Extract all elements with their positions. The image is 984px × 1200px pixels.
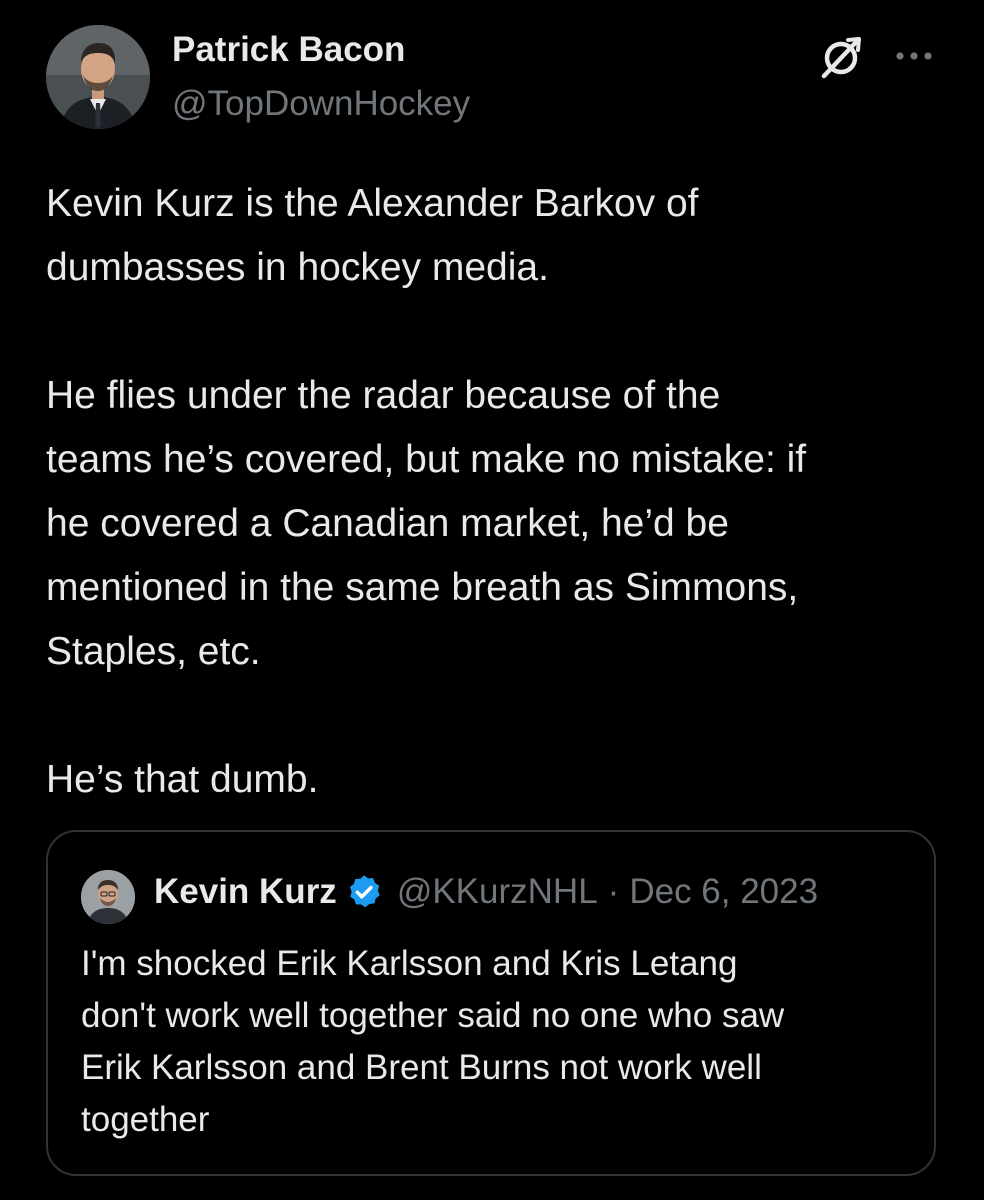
tweet-line: dumbasses in hockey media. — [46, 246, 549, 289]
quoted-tweet-card[interactable]: Kevin Kurz @KKurzNHL · Dec 6, 2023 I'm s… — [46, 830, 936, 1176]
tweet-line: He flies under the radar because of the — [46, 374, 721, 417]
grok-icon[interactable] — [818, 34, 864, 80]
quoted-tweet-header: Kevin Kurz @KKurzNHL · Dec 6, 2023 — [154, 872, 818, 912]
quoted-tweet-line: together — [81, 1100, 210, 1139]
tweet-line: Staples, etc. — [46, 630, 261, 673]
separator-dot: · — [607, 872, 620, 911]
person-avatar-icon — [46, 25, 150, 129]
tweet-line: he covered a Canadian market, he’d be — [46, 502, 729, 545]
quoted-tweet-date[interactable]: Dec 6, 2023 — [629, 872, 818, 912]
quoted-author-display-name[interactable]: Kevin Kurz — [154, 872, 337, 912]
person-avatar-icon — [81, 870, 135, 924]
tweet: Patrick Bacon @TopDownHockey Kevin Kurz … — [0, 0, 984, 1200]
tweet-line: teams he’s covered, but make no mistake:… — [46, 438, 807, 481]
quoted-tweet-line: I'm shocked Erik Karlsson and Kris Letan… — [81, 944, 738, 983]
more-options-icon[interactable] — [890, 44, 938, 68]
tweet-line: He’s that dumb. — [46, 758, 319, 801]
quoted-tweet-line: don't work well together said no one who… — [81, 996, 785, 1035]
tweet-text: Kevin Kurz is the Alexander Barkov of du… — [46, 172, 951, 812]
tweet-paragraph: Kevin Kurz is the Alexander Barkov of du… — [46, 172, 951, 300]
author-display-name[interactable]: Patrick Bacon — [172, 30, 405, 70]
quoted-tweet-text: I'm shocked Erik Karlsson and Kris Letan… — [81, 938, 921, 1146]
tweet-paragraph: He flies under the radar because of the … — [46, 364, 951, 684]
verified-badge-icon[interactable] — [345, 873, 383, 911]
quoted-author-avatar[interactable] — [81, 870, 135, 924]
tweet-line: mentioned in the same breath as Simmons, — [46, 566, 799, 609]
author-handle[interactable]: @TopDownHockey — [172, 84, 470, 124]
quoted-tweet-line: Erik Karlsson and Brent Burns not work w… — [81, 1048, 762, 1087]
tweet-line: Kevin Kurz is the Alexander Barkov of — [46, 182, 699, 225]
quoted-author-handle[interactable]: @KKurzNHL — [397, 872, 598, 912]
author-avatar[interactable] — [46, 25, 150, 129]
tweet-paragraph: He’s that dumb. — [46, 748, 951, 812]
